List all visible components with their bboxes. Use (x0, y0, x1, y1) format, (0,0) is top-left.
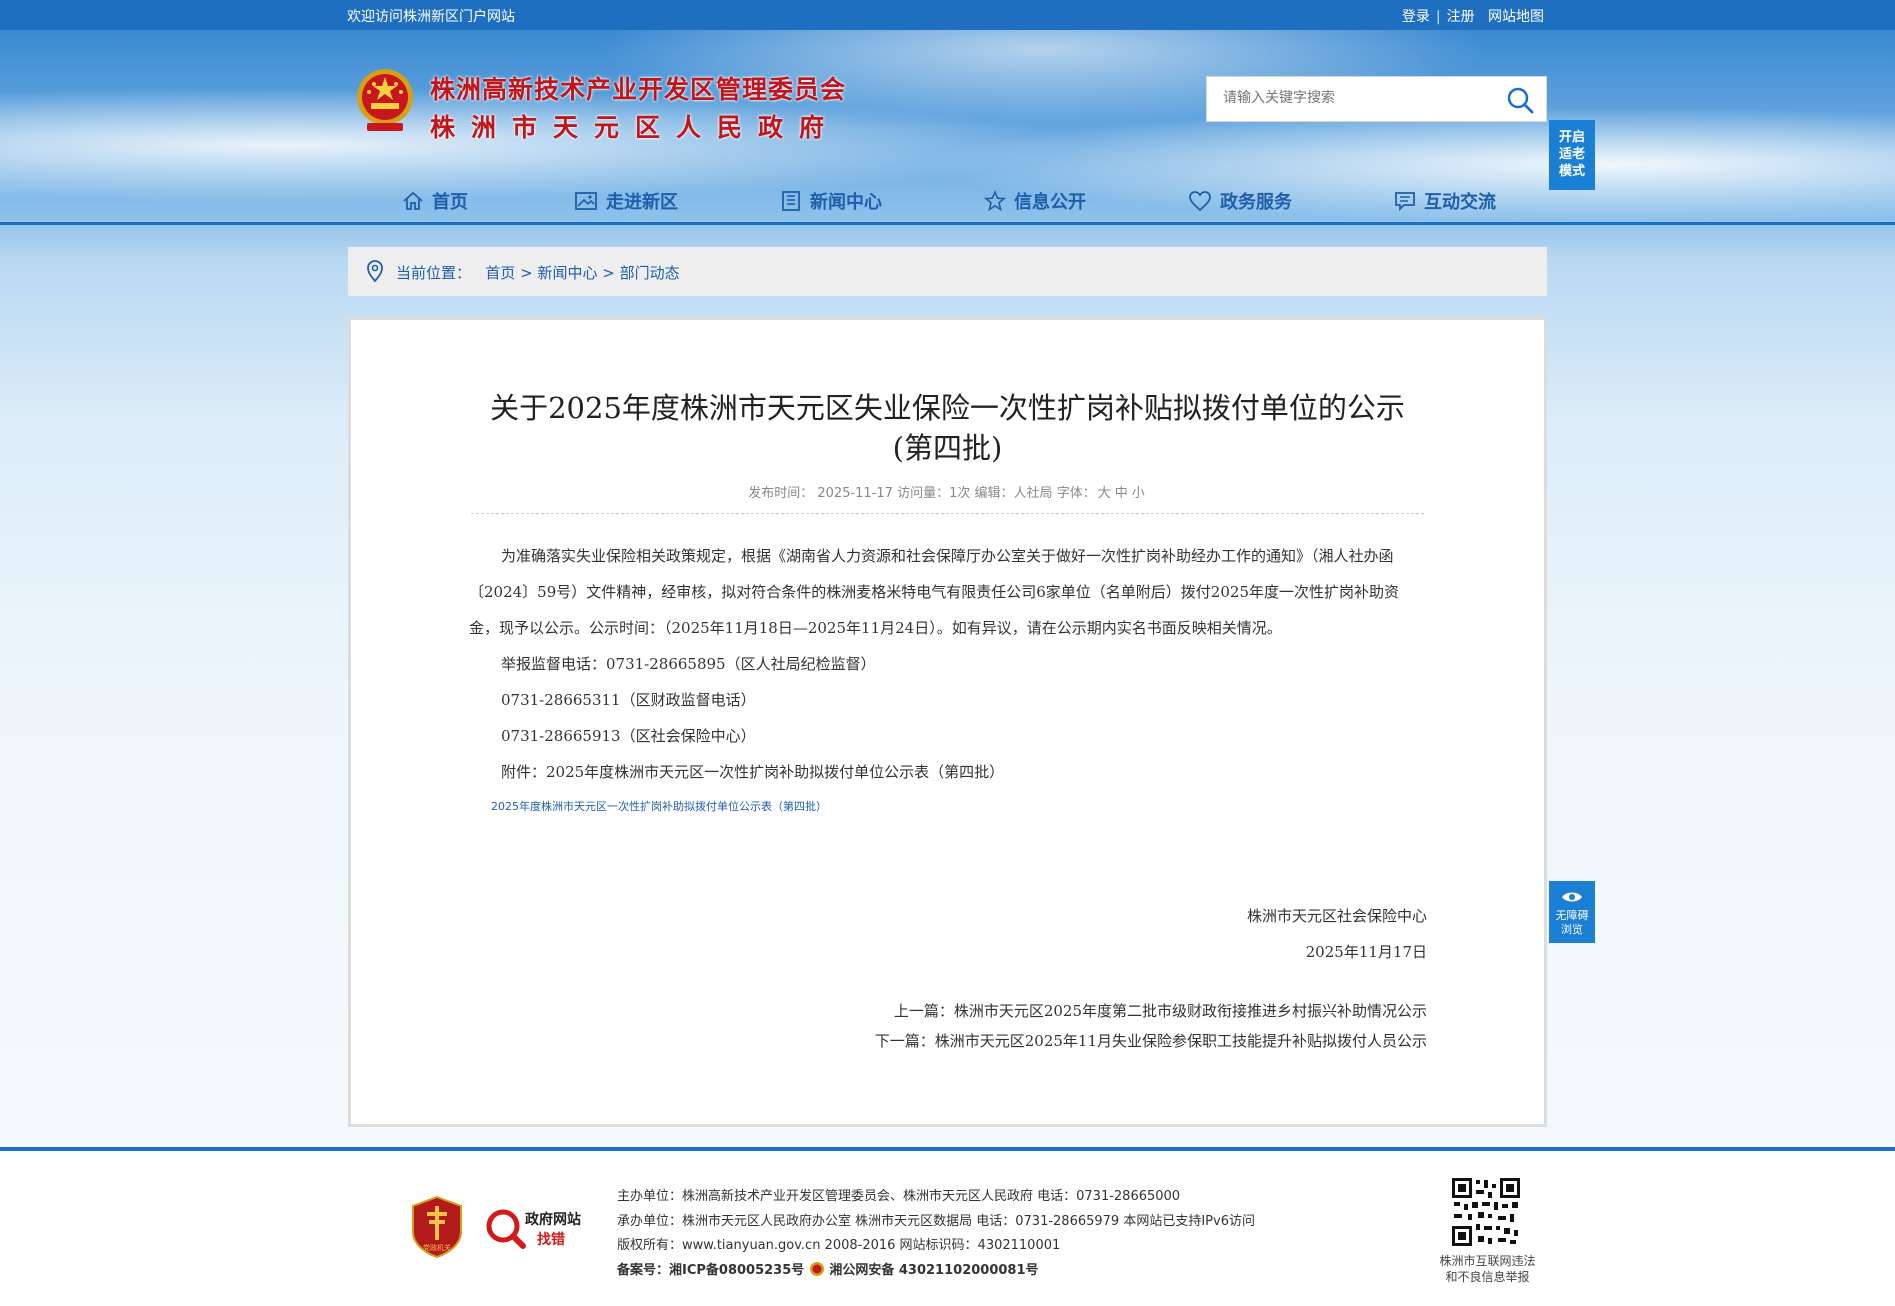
elder-mode-line3: 模式 (1558, 164, 1585, 179)
sitemap-link[interactable]: 网站地图 (1488, 9, 1544, 25)
badge2-line1: 政府网站 (525, 1211, 581, 1228)
nav-label: 互动交流 (1424, 192, 1496, 213)
breadcrumb-sep: > (520, 264, 533, 282)
eye-icon (1562, 892, 1582, 902)
organization-name: 株洲高新技术产业开发区管理委员会 株洲市天元区人民政府 (430, 70, 846, 144)
breadcrumb-home[interactable]: 首页 (485, 264, 515, 282)
article-meta: 发布时间： 2025-11-17 访问量：1次 编辑：人社局 字体：大中小 (351, 482, 1544, 501)
nav-item-info-disclosure[interactable]: 信息公开 (984, 188, 1086, 214)
font-small-button[interactable]: 小 (1132, 486, 1145, 501)
article-title: 关于2025年度株洲市天元区失业保险一次性扩岗补贴拟拨付单位的公示 (第四批) (411, 388, 1484, 468)
breadcrumb-sep: > (602, 264, 615, 282)
top-bar: 欢迎访问株洲新区门户网站 登录 | 注册 网站地图 (0, 0, 1895, 30)
nav-label: 走进新区 (606, 192, 678, 213)
qr-caption: 株洲市互联网违法 和不良信息举报 (1425, 1253, 1550, 1285)
footer-host: 主办单位：株洲高新技术产业开发区管理委员会、株洲市天元区人民政府 电话：0731… (617, 1189, 1181, 1204)
badge2-line2: 找错 (537, 1231, 565, 1248)
separator: | (1435, 9, 1441, 25)
attachment-link[interactable]: 2025年度株洲市天元区一次性扩岗补助拟拨付单位公示表（第四批） (491, 798, 827, 814)
prev-next-links: 上一篇：株洲市天元区2025年度第二批市级财政衔接推进乡村振兴补助情况公示 下一… (875, 996, 1427, 1056)
attachment-text: 附件：2025年度株洲市天元区一次性扩岗补助拟拨付单位公示表（第四批） (501, 763, 1005, 781)
home-icon (403, 191, 423, 210)
nav-label: 信息公开 (1014, 192, 1086, 213)
sign-date: 2025年11月17日 (1305, 943, 1427, 961)
chat-icon (1395, 192, 1415, 212)
editor-name: 人社局 (1013, 486, 1053, 501)
icp-link[interactable]: 备案号：湘ICP备08005235号 (617, 1263, 804, 1278)
report-phone-2: 0731-28665311（区财政监督电话） (501, 691, 756, 709)
elder-mode-line2: 适老 (1558, 147, 1585, 162)
article-body: 为准确落实失业保险相关政策规定，根据《湖南省人力资源和社会保障厅办公室关于做好一… (469, 538, 1425, 790)
breadcrumb-dept-news[interactable]: 部门动态 (620, 264, 680, 282)
login-link[interactable]: 登录 (1402, 9, 1430, 25)
elder-mode-line1: 开启 (1558, 130, 1585, 145)
national-emblem-logo[interactable] (355, 67, 415, 133)
footer-copyright: 版权所有：www.tianyuan.gov.cn 2008-2016 网站标识码… (617, 1238, 1061, 1253)
footer-record: 备案号：湘ICP备08005235号 湘公网安备 43021102000081号 (617, 1259, 1255, 1284)
publish-date: 2025-11-17 (817, 486, 893, 501)
police-record-link[interactable]: 湘公网安备 43021102000081号 (829, 1263, 1038, 1278)
heart-icon (1189, 191, 1211, 212)
elder-mode-button[interactable]: 开启 适老 模式 (1549, 120, 1595, 190)
article-paragraph: 为准确落实失业保险相关政策规定，根据《湖南省人力资源和社会保障厅办公室关于做好一… (469, 547, 1399, 637)
report-phone-1: 举报监督电话：0731-28665895（区人社局纪检监督） (501, 655, 876, 673)
register-link[interactable]: 注册 (1447, 9, 1475, 25)
org-name-line1: 株洲高新技术产业开发区管理委员会 (430, 75, 847, 104)
qr-caption-line2: 和不良信息举报 (1445, 1270, 1530, 1284)
accessibility-button[interactable]: 无障碍 浏览 (1549, 881, 1595, 943)
newspaper-icon (782, 191, 800, 211)
nav-divider (0, 222, 1895, 225)
nav-label: 新闻中心 (810, 192, 882, 213)
footer-info: 主办单位：株洲高新技术产业开发区管理委员会、株洲市天元区人民政府 电话：0731… (617, 1185, 1255, 1283)
article-title-line1: 关于2025年度株洲市天元区失业保险一次性扩岗补贴拟拨付单位的公示 (490, 391, 1405, 425)
badge1-text: 党政机关 (423, 1243, 451, 1252)
report-phone-3: 0731-28665913（区社会保险中心） (501, 727, 756, 745)
article-panel: 关于2025年度株洲市天元区失业保险一次性扩岗补贴拟拨付单位的公示 (第四批) … (348, 317, 1547, 1127)
article-title-line2: (第四批) (892, 431, 1003, 465)
police-badge-icon (809, 1261, 824, 1276)
nav-label: 首页 (432, 192, 468, 213)
star-icon (984, 190, 1006, 212)
top-links: 登录 | 注册 网站地图 (1402, 6, 1544, 26)
next-article-link[interactable]: 下一篇：株洲市天元区2025年11月失业保险参保职工技能提升补贴拟拨付人员公示 (875, 1026, 1427, 1056)
signature: 株洲市天元区社会保险中心 2025年11月17日 (1247, 898, 1427, 970)
visits-label: 访问量： (897, 486, 950, 501)
font-size-label: 字体： (1056, 486, 1096, 501)
font-medium-button[interactable]: 中 (1115, 486, 1128, 501)
breadcrumb-label: 当前位置： (396, 264, 472, 282)
nav-item-services[interactable]: 政务服务 (1188, 188, 1292, 214)
breadcrumb: 当前位置： 首页 > 新闻中心 > 部门动态 (348, 247, 1547, 296)
location-pin-icon (367, 260, 383, 282)
nav-item-about[interactable]: 走进新区 (574, 188, 678, 214)
nav-item-home[interactable]: 首页 (402, 188, 468, 214)
breadcrumb-news[interactable]: 新闻中心 (537, 264, 597, 282)
search-box (1206, 76, 1547, 122)
picture-icon (575, 192, 597, 210)
nav-item-news[interactable]: 新闻中心 (780, 188, 882, 214)
prev-article-link[interactable]: 上一篇：株洲市天元区2025年度第二批市级财政衔接推进乡村振兴补助情况公示 (875, 996, 1427, 1026)
search-input[interactable] (1221, 89, 1495, 107)
qr-caption-line1: 株洲市互联网违法 (1439, 1254, 1536, 1268)
org-name-line2: 株洲市天元区人民政府 (430, 113, 841, 142)
publish-label: 发布时间： (748, 486, 814, 501)
meta-divider (471, 513, 1424, 514)
sign-org: 株洲市天元区社会保险中心 (1246, 907, 1427, 925)
font-large-button[interactable]: 大 (1098, 486, 1111, 501)
main-nav: 首页 走进新区 新闻中心 信息公开 政务服务 互动交流 (0, 182, 1895, 222)
accessibility-line2: 浏览 (1561, 923, 1583, 936)
search-icon[interactable] (1506, 86, 1534, 114)
qr-code-icon (1450, 1176, 1522, 1248)
nav-label: 政务服务 (1220, 192, 1292, 213)
accessibility-line1: 无障碍 (1555, 909, 1589, 922)
editor-label: 编辑： (974, 486, 1014, 501)
footer-organizer: 承办单位：株洲市天元区人民政府办公室 株洲市天元区数据局 电话：0731-286… (617, 1213, 1255, 1229)
party-govt-badge[interactable]: 党政机关 (411, 1196, 463, 1258)
gov-site-error-report-badge[interactable]: 政府网站 找错 (485, 1204, 585, 1252)
nav-item-interaction[interactable]: 互动交流 (1394, 188, 1496, 214)
visits-count: 1次 (949, 486, 971, 501)
welcome-text: 欢迎访问株洲新区门户网站 (347, 9, 515, 25)
breadcrumb-text: 当前位置： 首页 > 新闻中心 > 部门动态 (396, 262, 680, 283)
